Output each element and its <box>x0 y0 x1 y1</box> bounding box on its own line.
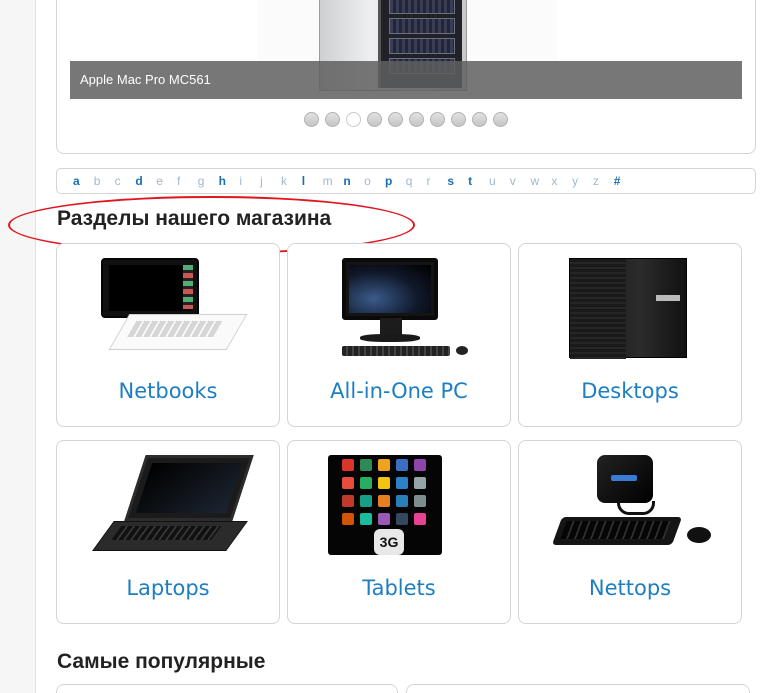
slider-dot[interactable] <box>304 112 319 127</box>
alphabet-letter: z <box>592 174 599 188</box>
popular-title: Самые популярные <box>57 650 266 673</box>
slider-dot[interactable] <box>409 112 424 127</box>
app-icon <box>360 477 372 489</box>
category-card-desktops[interactable]: Desktops <box>518 243 742 427</box>
app-icon <box>342 477 354 489</box>
app-icon <box>414 495 426 507</box>
popular-card-right[interactable] <box>406 684 750 693</box>
alphabet-letter[interactable]: t <box>468 174 489 188</box>
category-card-laptops[interactable]: Laptops <box>56 440 280 624</box>
app-icon <box>378 459 390 471</box>
desktop-tower-image <box>569 258 689 359</box>
category-label[interactable]: All-in-One PC <box>288 379 510 403</box>
alphabet-letter: f <box>176 174 181 188</box>
app-icon <box>342 459 354 471</box>
category-label[interactable]: Nettops <box>519 576 741 600</box>
alphabet-letter: j <box>260 174 263 188</box>
app-icon <box>378 513 390 525</box>
alphabet-letter: v <box>509 174 516 188</box>
app-icon <box>342 495 354 507</box>
alphabet-letter: q <box>405 174 413 188</box>
alphabet-letter[interactable]: s <box>447 174 468 188</box>
alphabet-letter[interactable]: a <box>73 174 94 188</box>
alphabet-letter: y <box>572 174 579 188</box>
alphabet-filter: a b c d e f g h i j k l m n o p q r s t u v w x y z # <box>56 168 756 194</box>
app-icon <box>378 495 390 507</box>
alphabet-letter[interactable]: l <box>302 174 323 188</box>
alphabet-letter[interactable]: d <box>135 174 156 188</box>
alphabet-letter: e <box>156 174 163 188</box>
app-icon <box>396 495 408 507</box>
slider-dot[interactable] <box>493 112 508 127</box>
app-icon <box>360 495 372 507</box>
slide-caption-bar[interactable]: Apple Mac Pro MC561 <box>70 61 742 99</box>
app-icon <box>396 477 408 489</box>
tablet-image: 3G <box>328 455 442 555</box>
alphabet-letter[interactable]: h <box>219 174 240 188</box>
app-icon <box>342 513 354 525</box>
slider-dot[interactable] <box>430 112 445 127</box>
category-label[interactable]: Laptops <box>57 576 279 600</box>
category-card-all-in-one-pc[interactable]: All-in-One PC <box>287 243 511 427</box>
alphabet-letter: i <box>239 174 243 188</box>
slider-dot[interactable] <box>346 112 361 127</box>
alphabet-letter[interactable]: p <box>385 174 406 188</box>
alphabet-letter: u <box>488 174 496 188</box>
sections-title: Разделы нашего магазина <box>57 207 332 230</box>
all-in-one-pc-image <box>342 258 472 358</box>
alphabet-letter: o <box>364 174 371 188</box>
netbook-image <box>97 258 248 358</box>
alphabet-letter: b <box>93 174 101 188</box>
app-icon <box>360 513 372 525</box>
app-icon <box>414 459 426 471</box>
slider-dot[interactable] <box>451 112 466 127</box>
3g-logo: 3G <box>374 529 404 555</box>
slider-dot[interactable] <box>472 112 487 127</box>
alphabet-letter: r <box>426 174 431 188</box>
app-icon <box>378 477 390 489</box>
slider-dot[interactable] <box>388 112 403 127</box>
alphabet-letter: g <box>197 174 205 188</box>
popular-card-left[interactable] <box>56 684 398 693</box>
category-label[interactable]: Desktops <box>519 379 741 403</box>
alphabet-letter[interactable]: # <box>614 174 635 188</box>
app-icon <box>414 513 426 525</box>
left-sidebar-strip <box>0 0 36 693</box>
category-label[interactable]: Netbooks <box>57 379 279 403</box>
alphabet-letter: x <box>551 174 558 188</box>
alphabet-letter[interactable]: n <box>343 174 364 188</box>
alphabet-letter: w <box>530 174 540 188</box>
category-card-tablets[interactable]: 3G Tablets <box>287 440 511 624</box>
slider-dot[interactable] <box>367 112 382 127</box>
slider-dot[interactable] <box>325 112 340 127</box>
app-icon <box>396 459 408 471</box>
nettop-image <box>551 455 717 555</box>
alphabet-letter: k <box>280 174 287 188</box>
category-card-netbooks[interactable]: Netbooks <box>56 243 280 427</box>
alphabet-letter: m <box>322 174 333 188</box>
slide-caption[interactable]: Apple Mac Pro MC561 <box>80 72 211 87</box>
slider-pagination[interactable] <box>304 112 508 127</box>
alphabet-letters: a b c d e f g h i j k l m n o p q r s t u v w x y z # <box>73 174 635 188</box>
category-card-nettops[interactable]: Nettops <box>518 440 742 624</box>
product-slider[interactable]: Apple Mac Pro MC561 <box>56 0 756 154</box>
category-label[interactable]: Tablets <box>288 576 510 600</box>
app-icon <box>360 459 372 471</box>
alphabet-letter: c <box>114 174 121 188</box>
laptop-image <box>92 455 254 555</box>
app-icon <box>414 477 426 489</box>
app-icon <box>396 513 408 525</box>
